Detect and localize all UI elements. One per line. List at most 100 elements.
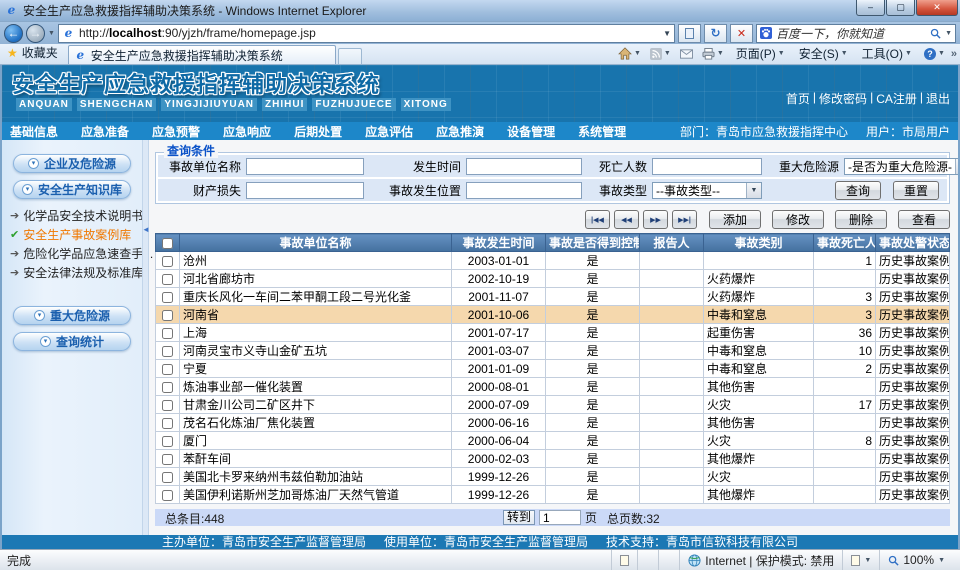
sidebar-item[interactable]: ➔安全法律法规及标准库 [2, 263, 142, 282]
row-checkbox[interactable] [162, 490, 173, 501]
row-checkbox[interactable] [162, 454, 173, 465]
row-checkbox[interactable] [162, 328, 173, 339]
collapse-sidebar-icon[interactable]: ◄ [142, 225, 150, 234]
table-row[interactable]: 上海2001-07-17是起重伤害36历史事故案例 [156, 324, 950, 342]
sidebar-splitter[interactable]: ◄ [142, 140, 149, 535]
sidebar-group-0[interactable]: ▾企业及危险源 [13, 154, 131, 173]
select-accident-type[interactable]: --事故类型--▼ [652, 182, 762, 199]
page-zoom-menu[interactable]: ▼ [842, 550, 879, 570]
row-checkbox[interactable] [162, 382, 173, 393]
row-checkbox[interactable] [162, 310, 173, 321]
goto-page-button[interactable]: 转到 [503, 510, 535, 525]
input-occur-time[interactable] [466, 158, 582, 175]
input-accident-location[interactable] [466, 182, 582, 199]
row-checkbox[interactable] [162, 436, 173, 447]
row-checkbox[interactable] [162, 400, 173, 411]
search-button[interactable]: 查询 [835, 181, 881, 200]
next-page-button[interactable]: ▶▶ [643, 210, 668, 229]
nav-item-7[interactable]: 设备管理 [507, 123, 555, 140]
delete-button[interactable]: 删除 [835, 210, 887, 229]
forward-button[interactable]: → [26, 24, 45, 43]
nav-item-1[interactable]: 应急准备 [81, 123, 129, 140]
search-input[interactable]: 百度一下，你就知道 [776, 25, 926, 42]
last-page-button[interactable]: ▶▶| [672, 210, 697, 229]
nav-item-4[interactable]: 后期处置 [294, 123, 342, 140]
input-property-loss[interactable] [246, 182, 364, 199]
command-menu-2[interactable]: 工具(O)▼ [859, 45, 915, 62]
prev-page-button[interactable]: ◀◀ [614, 210, 639, 229]
table-row[interactable]: 苯酐车间2000-02-03是其他爆炸历史事故案例 [156, 450, 950, 468]
command-menu-1[interactable]: 安全(S)▼ [796, 45, 851, 62]
input-unit-name[interactable] [246, 158, 364, 175]
first-page-button[interactable]: |◀◀ [585, 210, 610, 229]
row-checkbox[interactable] [162, 472, 173, 483]
select-major-hazard[interactable]: -是否为重大危险源-▼ [844, 158, 958, 175]
close-button[interactable]: ✕ [916, 0, 958, 16]
address-dropdown-icon[interactable]: ▼ [663, 29, 671, 38]
table-row[interactable]: 美国伊利诺斯州芝加哥炼油厂天然气管道1999-12-26是其他爆炸历史事故案例 [156, 486, 950, 504]
refresh-button[interactable]: ↻ [704, 24, 727, 43]
nav-item-2[interactable]: 应急预警 [152, 123, 200, 140]
header-link-1[interactable]: 修改密码 [819, 90, 867, 107]
table-row[interactable]: 茂名石化炼油厂焦化装置2000-06-16是其他伤害历史事故案例 [156, 414, 950, 432]
table-row[interactable]: 美国北卡罗来纳州韦兹伯勒加油站1999-12-26是火灾历史事故案例 [156, 468, 950, 486]
search-icon[interactable] [930, 28, 941, 39]
help-button[interactable]: ? ▼ [921, 48, 948, 60]
feeds-dropdown-icon[interactable]: ▼ [664, 50, 671, 57]
print-dropdown-icon[interactable]: ▼ [717, 50, 724, 57]
table-row[interactable]: 河南省2001-10-06是中毒和窒息3历史事故案例 [156, 306, 950, 324]
search-dropdown-icon[interactable]: ▼ [945, 30, 952, 37]
address-field[interactable]: e http://localhost:90/yjzh/frame/homepag… [58, 24, 675, 43]
sidebar-item[interactable]: ➔化学品安全技术说明书 [2, 206, 142, 225]
feeds-button[interactable]: ▼ [647, 48, 674, 60]
row-checkbox[interactable] [162, 256, 173, 267]
page-number-input[interactable] [539, 510, 581, 525]
table-row[interactable]: 宁夏2001-01-09是中毒和窒息2历史事故案例 [156, 360, 950, 378]
zoom-control[interactable]: 100% ▼ [879, 550, 953, 570]
table-row[interactable]: 炼油事业部一催化装置2000-08-01是其他伤害历史事故案例 [156, 378, 950, 396]
new-tab-button[interactable] [338, 48, 362, 64]
header-link-3[interactable]: 退出 [926, 90, 950, 107]
nav-item-3[interactable]: 应急响应 [223, 123, 271, 140]
more-commands-icon[interactable]: » [951, 48, 957, 60]
sidebar-item[interactable]: ✔安全生产事故案例库 [2, 225, 142, 244]
reset-button[interactable]: 重置 [893, 181, 939, 200]
add-button[interactable]: 添加 [709, 210, 761, 229]
print-button[interactable]: ▼ [699, 48, 727, 60]
header-link-2[interactable]: CA注册 [876, 90, 917, 107]
row-checkbox[interactable] [162, 292, 173, 303]
modify-button[interactable]: 修改 [772, 210, 824, 229]
compatibility-view-button[interactable] [678, 24, 701, 43]
back-button[interactable]: ← [4, 24, 23, 43]
row-checkbox[interactable] [162, 274, 173, 285]
table-row[interactable]: 厦门2000-06-04是火灾8历史事故案例 [156, 432, 950, 450]
nav-item-5[interactable]: 应急评估 [365, 123, 413, 140]
read-mail-button[interactable] [677, 49, 696, 59]
table-row[interactable]: 河北省廊坊市2002-10-19是火药爆炸历史事故案例 [156, 270, 950, 288]
tab-active[interactable]: e 安全生产应急救援指挥辅助决策系统 [68, 45, 336, 64]
table-row[interactable]: 河南灵宝市义寺山金矿五坑2001-03-07是中毒和窒息10历史事故案例 [156, 342, 950, 360]
input-death-count[interactable] [652, 158, 762, 175]
home-button[interactable]: ▼ [615, 47, 644, 60]
favorites-button[interactable]: ★ 收藏夹 [3, 44, 68, 64]
view-button[interactable]: 查看 [898, 210, 950, 229]
header-link-0[interactable]: 首页 [786, 90, 810, 107]
home-dropdown-icon[interactable]: ▼ [634, 50, 641, 57]
select-all-checkbox[interactable] [162, 238, 173, 249]
row-checkbox[interactable] [162, 418, 173, 429]
table-row[interactable]: 重庆长风化一车间二苯甲酮工段二号光化釜2001-11-07是火药爆炸3历史事故案… [156, 288, 950, 306]
nav-item-0[interactable]: 基础信息 [10, 123, 58, 140]
sidebar-item[interactable]: ➔危险化学品应急速查手... [2, 244, 142, 263]
sidebar-group-1[interactable]: ▾安全生产知识库 [13, 180, 131, 199]
sidebar-group-3[interactable]: ▾查询统计 [13, 332, 131, 351]
recent-pages-dropdown[interactable]: ▼ [48, 30, 55, 37]
maximize-button[interactable]: ▢ [886, 0, 915, 16]
nav-item-8[interactable]: 系统管理 [578, 123, 626, 140]
stop-button[interactable]: ✕ [730, 24, 753, 43]
table-row[interactable]: 沧州2003-01-01是1历史事故案例 [156, 252, 950, 270]
command-menu-0[interactable]: 页面(P)▼ [733, 45, 788, 62]
row-checkbox[interactable] [162, 364, 173, 375]
sidebar-group-2[interactable]: ▾重大危险源 [13, 306, 131, 325]
help-dropdown-icon[interactable]: ▼ [938, 50, 945, 57]
row-checkbox[interactable] [162, 346, 173, 357]
